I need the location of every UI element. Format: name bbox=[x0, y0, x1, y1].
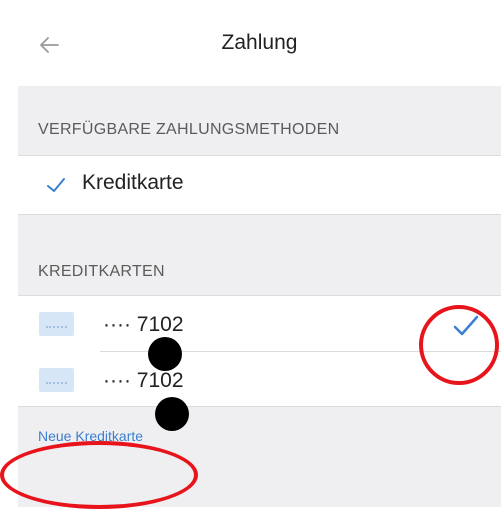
credit-card-number: ···· 7102 bbox=[103, 369, 184, 392]
annotation-ellipse bbox=[0, 441, 198, 509]
credit-card-icon bbox=[39, 312, 74, 336]
section-header-payment-methods: VERFÜGBARE ZAHLUNGSMETHODEN bbox=[38, 121, 340, 138]
credit-card-number: ···· 7102 bbox=[103, 313, 184, 336]
payment-screen: Zahlung VERFÜGBARE ZAHLUNGSMETHODEN Kred… bbox=[0, 0, 501, 509]
top-bar: Zahlung bbox=[18, 0, 501, 86]
checkmark-icon bbox=[47, 178, 65, 192]
annotation-dot bbox=[148, 337, 182, 371]
credit-card-icon bbox=[39, 368, 74, 392]
section-band-credit-cards bbox=[18, 215, 501, 295]
page-title: Zahlung bbox=[221, 31, 298, 54]
annotation-dot bbox=[155, 397, 189, 431]
payment-method-label: Kreditkarte bbox=[82, 171, 184, 194]
annotation-ellipse bbox=[419, 305, 499, 385]
section-header-credit-cards: KREDITKARTEN bbox=[38, 263, 165, 280]
